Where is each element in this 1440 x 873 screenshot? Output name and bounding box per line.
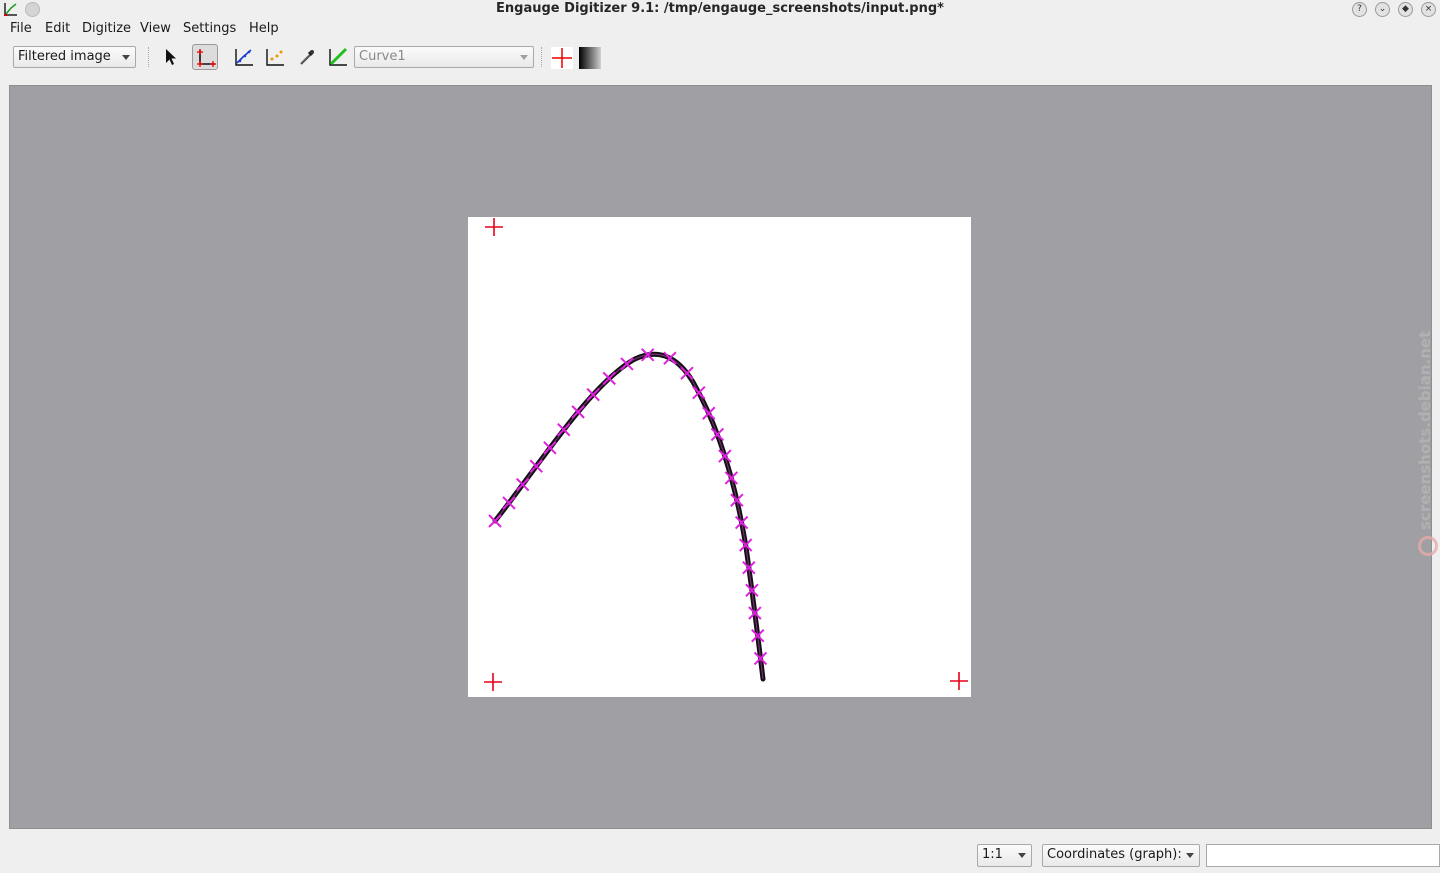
help-window-button[interactable]: ? [1352,2,1367,17]
curve-point-marker[interactable] [488,514,502,528]
gradient-icon [579,47,601,69]
color-picker-tool-button[interactable] [294,44,320,70]
axis-point-marker[interactable] [485,218,503,236]
watermark: screenshots.debian.net [1416,320,1438,560]
curve-point-marker[interactable] [602,371,616,386]
debian-swirl-icon [1418,536,1438,556]
eyedropper-icon [300,50,314,65]
menu-digitize[interactable]: Digitize [82,21,131,36]
document-image-canvas[interactable] [468,217,971,697]
axis-point-marker[interactable] [950,672,968,690]
main-toolbar: Filtered image Curve1 [0,39,1440,75]
document-image[interactable] [468,217,971,697]
close-window-button[interactable]: × [1421,2,1436,17]
document-view[interactable] [9,85,1432,829]
zoom-select[interactable]: 1:1 [977,844,1032,867]
curve-point-marker[interactable] [586,387,600,402]
menu-bar: File Edit Digitize View Settings Help [0,19,1440,39]
curve-line-inner [494,353,764,680]
curve-point-tool-button[interactable] [231,44,257,70]
red-cross-icon [551,47,573,69]
axis-point-tool-button[interactable] [192,44,218,70]
menu-settings[interactable]: Settings [183,21,236,36]
gradient-toggle-button[interactable] [576,44,602,70]
menu-help[interactable]: Help [249,21,279,36]
coordinates-readout-field[interactable] [1206,844,1440,867]
axis-point-marker[interactable] [484,673,502,691]
segment-fill-tool-button[interactable] [325,44,351,70]
background-mode-select[interactable]: Filtered image [13,46,136,68]
point-match-icon [266,49,284,66]
chevron-down-icon [1186,853,1194,858]
zoom-value: 1:1 [982,847,1003,862]
curve-select-value: Curve1 [359,49,406,64]
window-title: Engauge Digitizer 9.1: /tmp/engauge_scre… [496,1,944,16]
title-bar: Engauge Digitizer 9.1: /tmp/engauge_scre… [0,0,1440,19]
curve-point-marker[interactable] [571,405,585,419]
curve-point-marker[interactable] [680,366,694,380]
arrow-pointer-icon [166,49,176,65]
chevron-down-icon [520,55,528,60]
maximize-window-button[interactable]: ◆ [1398,2,1413,17]
select-tool-button[interactable] [157,44,183,70]
curve-line [492,351,766,682]
menu-view[interactable]: View [140,21,171,36]
checklist-guide-toggle-button[interactable] [548,44,574,70]
segment-fill-icon [329,47,348,66]
chevron-down-icon [122,55,130,60]
curve-select[interactable]: Curve1 [354,46,534,68]
curve-point-icon [235,49,253,66]
menu-file[interactable]: File [10,21,32,36]
chevron-down-icon [1018,853,1026,858]
point-match-tool-button[interactable] [262,44,288,70]
coordinates-mode-select[interactable]: Coordinates (graph): [1042,844,1200,867]
coordinates-mode-value: Coordinates (graph): [1047,847,1182,862]
axis-point-icon [197,49,216,67]
background-mode-value: Filtered image [18,49,111,64]
minimize-window-button[interactable]: ⌄ [1375,2,1390,17]
curve-points-group [488,348,768,666]
status-bar: 1:1 Coordinates (graph): [0,838,1440,873]
toolbar-separator [148,47,150,67]
menu-edit[interactable]: Edit [45,21,70,36]
toolbar-separator [541,47,543,67]
watermark-text: screenshots.debian.net [1416,330,1434,530]
